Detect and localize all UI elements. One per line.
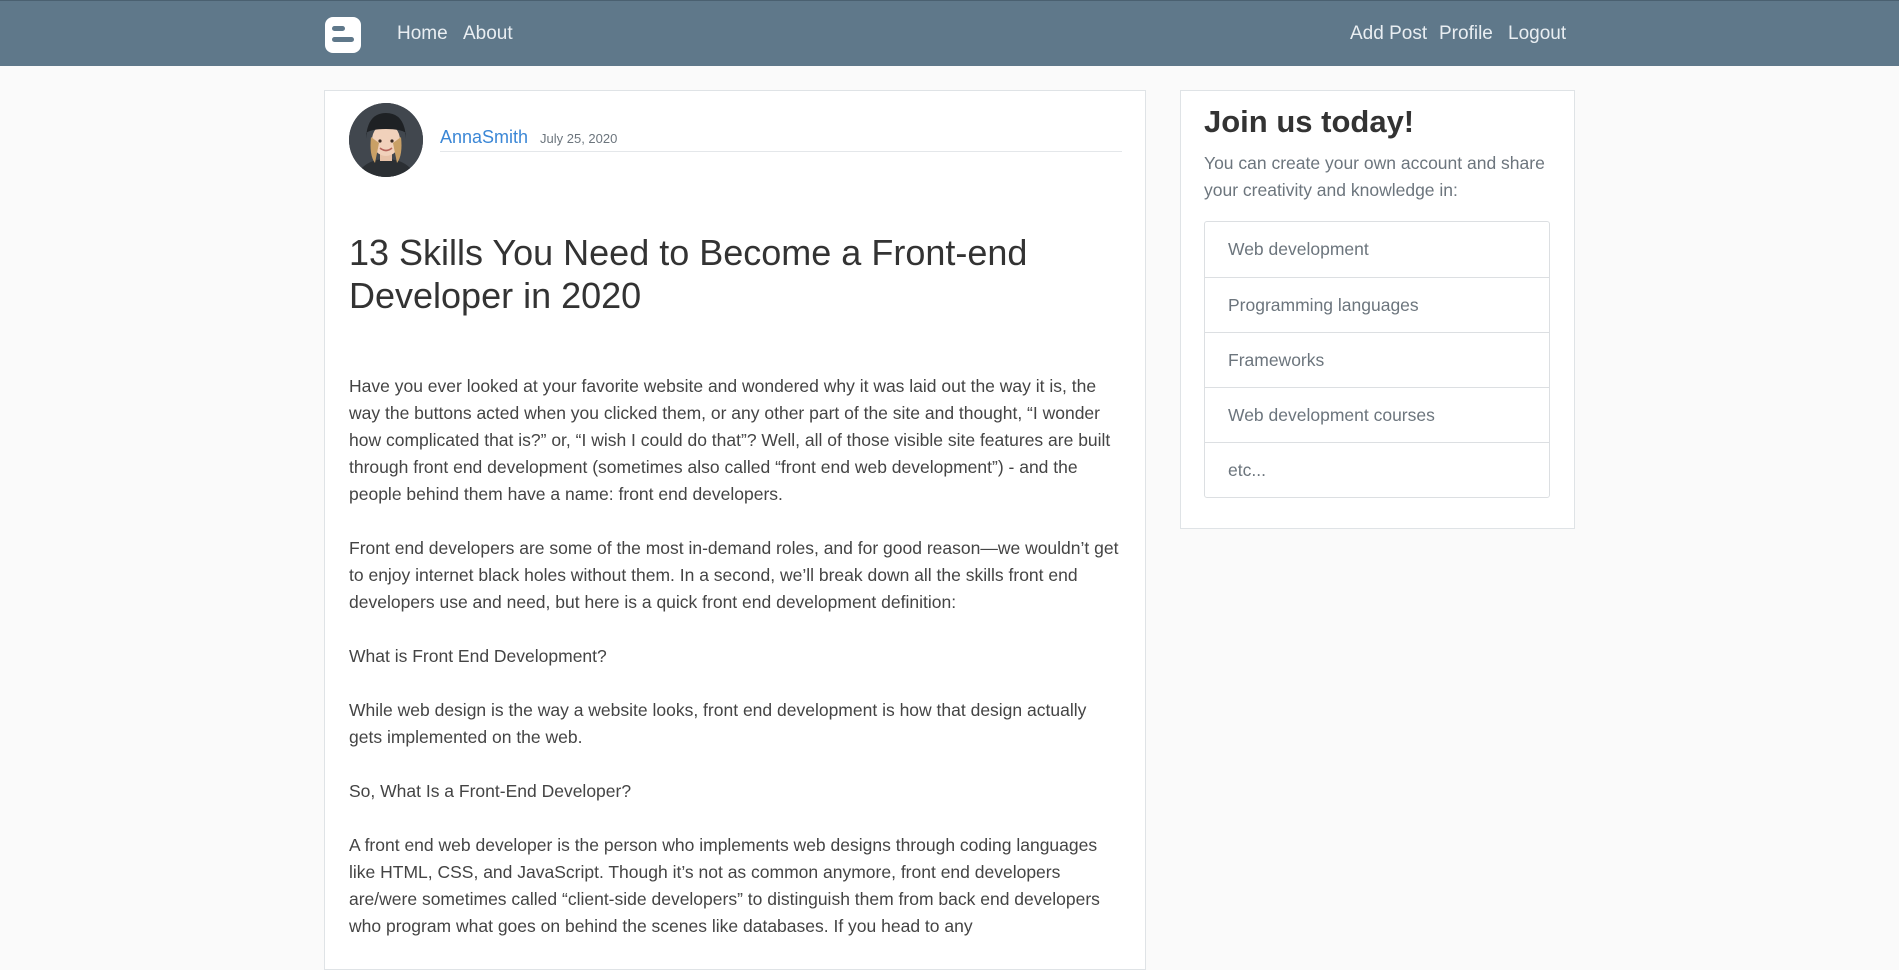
topic-item-web-development: Web development xyxy=(1228,239,1369,259)
post-paragraph: Front end developers are some of the mos… xyxy=(349,538,1119,612)
topic-item-programming-languages: Programming languages xyxy=(1205,277,1549,332)
topic-item-etc: etc... xyxy=(1205,442,1549,497)
topic-item-frameworks: Frameworks xyxy=(1205,332,1549,387)
post-card: AnnaSmith July 25, 2020 13 Skills You Ne… xyxy=(324,90,1146,970)
join-sidebar: Join us today! You can create your own a… xyxy=(1180,90,1575,529)
nav-logout-link[interactable]: Logout xyxy=(1508,23,1566,45)
top-navbar: Home About Add Post Profile Logout xyxy=(0,0,1899,66)
sidebar-title: Join us today! xyxy=(1204,104,1415,139)
nav-home-link[interactable]: Home xyxy=(397,23,448,45)
topic-list: Web development Programming languages Fr… xyxy=(1204,221,1550,498)
topic-item-web-development-courses: Web development courses xyxy=(1205,387,1549,442)
author-name-link[interactable]: AnnaSmith xyxy=(440,126,528,148)
post-paragraph: A front end web developer is the person … xyxy=(349,835,1100,936)
nav-add-post-link[interactable]: Add Post xyxy=(1350,23,1427,45)
post-paragraph: While web design is the way a website lo… xyxy=(349,700,1087,747)
post-body: Have you ever looked at your favorite we… xyxy=(349,373,1124,967)
post-paragraph: What is Front End Development? xyxy=(349,646,607,666)
post-paragraph: So, What Is a Front-End Developer? xyxy=(349,781,632,801)
blogger-logo-icon[interactable] xyxy=(325,17,361,53)
nav-profile-link[interactable]: Profile xyxy=(1439,23,1493,45)
post-date: July 25, 2020 xyxy=(540,131,618,146)
post-paragraph: Have you ever looked at your favorite we… xyxy=(349,376,1111,504)
post-title: 13 Skills You Need to Become a Front-end… xyxy=(349,232,1028,316)
meta-divider xyxy=(440,151,1122,152)
sidebar-description: You can create your own account and shar… xyxy=(1204,153,1545,200)
nav-about-link[interactable]: About xyxy=(463,23,513,45)
author-avatar[interactable] xyxy=(349,103,423,177)
